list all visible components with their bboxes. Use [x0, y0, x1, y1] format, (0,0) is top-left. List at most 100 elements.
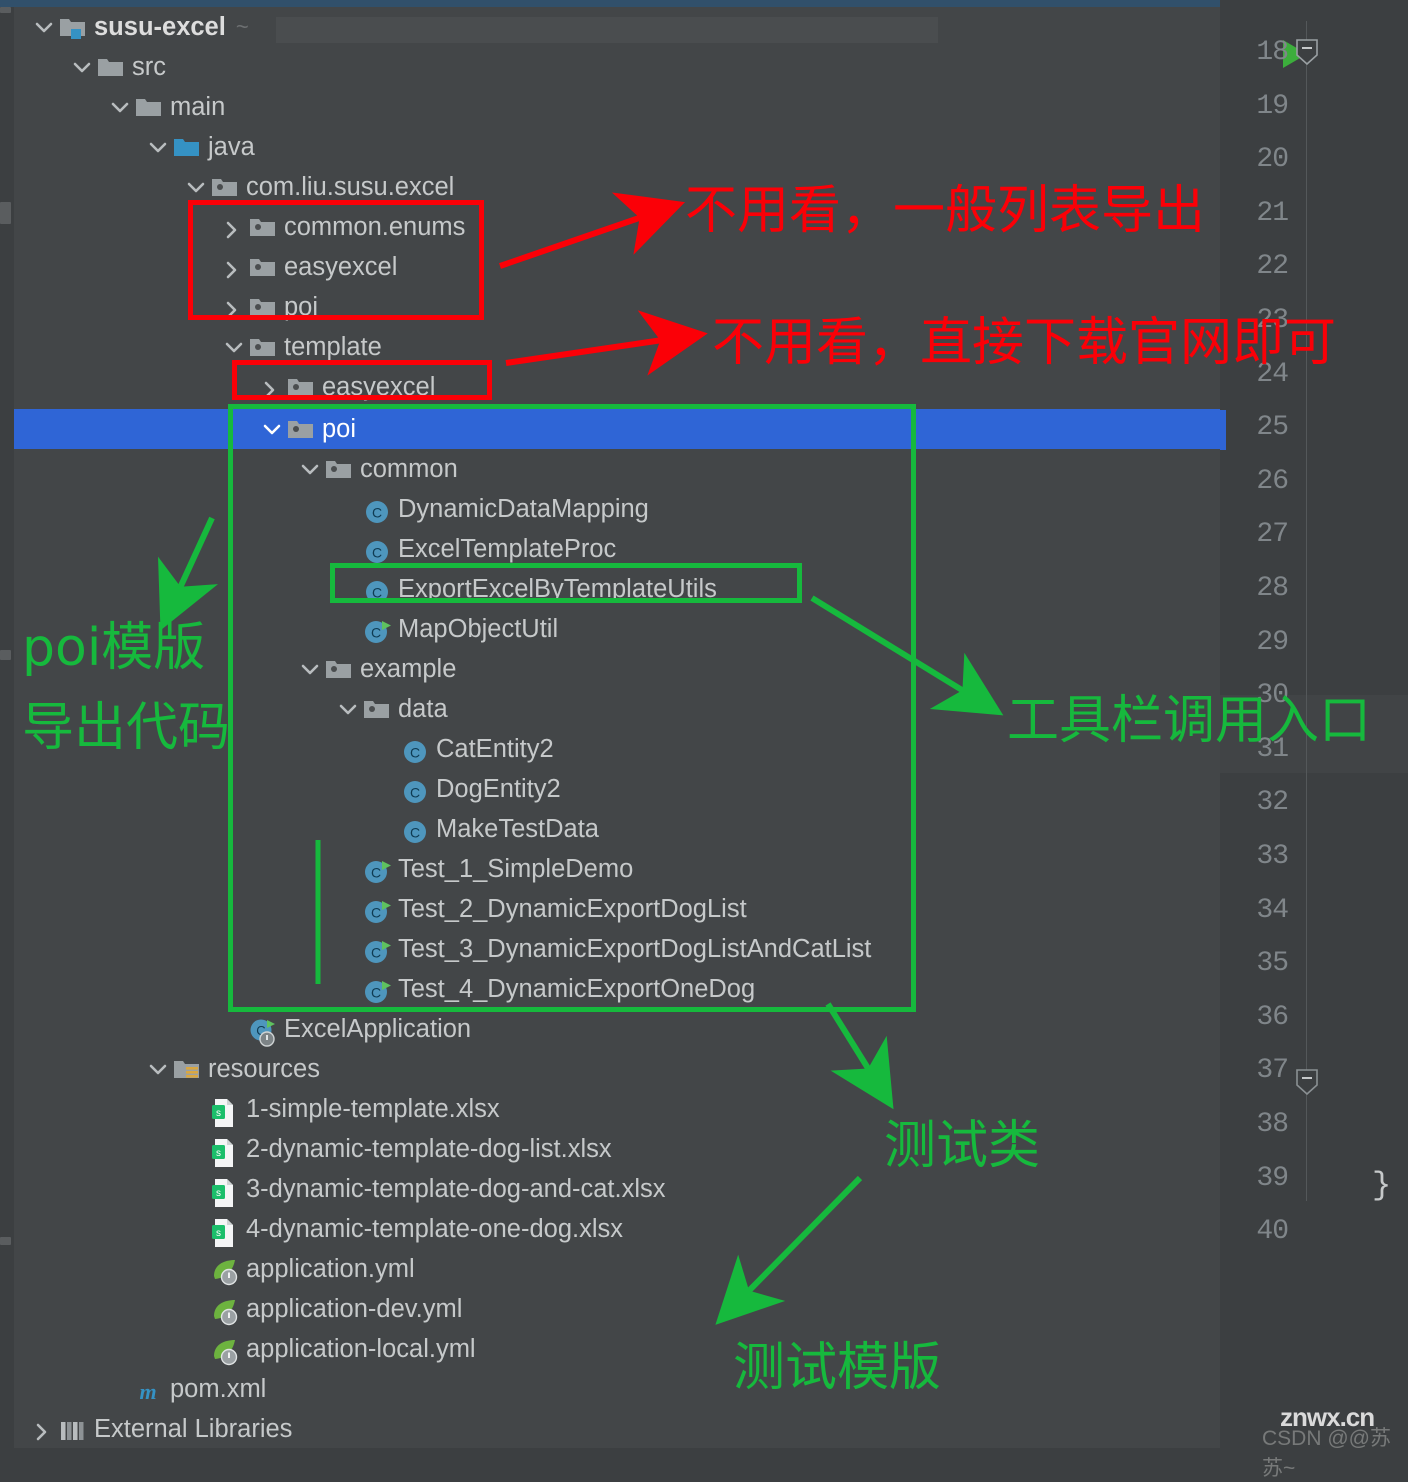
package-icon — [360, 689, 394, 729]
chevron-down-icon[interactable] — [68, 47, 94, 87]
tree-row-dogentity2[interactable]: C DogEntity2 — [14, 769, 1220, 809]
tree-row-common-enums[interactable]: common.enums — [14, 207, 1220, 247]
tree-row-label: susu-excel — [94, 12, 226, 41]
package-icon — [246, 327, 280, 367]
twisty-spacer — [334, 569, 360, 609]
tree-row-label: application-local.yml — [246, 1334, 476, 1363]
tree-row-template[interactable]: template — [14, 327, 1220, 367]
package-icon — [246, 287, 280, 327]
tree-row-catentity2[interactable]: C CatEntity2 — [14, 729, 1220, 769]
svg-text:C: C — [371, 985, 381, 1001]
chevron-right-icon[interactable] — [30, 1409, 56, 1449]
tree-row-suffix: ~ — [235, 14, 249, 39]
watermark: CSDN @@苏苏~ znwx.cn — [1262, 1400, 1408, 1480]
tree-row-poi[interactable]: poi — [14, 409, 1220, 449]
tree-row-1-simple-template-xlsx[interactable]: s 1-simple-template.xlsx — [14, 1089, 1220, 1129]
chevron-down-icon[interactable] — [144, 127, 170, 167]
tree-row-exportexcelbytemplateutils[interactable]: C ExportExcelByTemplateUtils — [14, 569, 1220, 609]
chevron-down-icon[interactable] — [296, 449, 322, 489]
tree-row-com-liu-susu-excel[interactable]: com.liu.susu.excel — [14, 167, 1220, 207]
chevron-right-icon[interactable] — [220, 207, 246, 247]
runnable-class-icon: C — [360, 969, 394, 1009]
svg-text:C: C — [410, 785, 420, 801]
tree-row-maketestdata[interactable]: C MakeTestData — [14, 809, 1220, 849]
chevron-down-icon[interactable] — [144, 1049, 170, 1089]
tree-row-common[interactable]: common — [14, 449, 1220, 489]
line-number: 22 — [1256, 251, 1289, 283]
excel-file-icon: s — [208, 1169, 242, 1209]
tree-row-susu-excel[interactable]: susu-excel ~ — [14, 7, 1220, 47]
tree-row-label: src — [132, 52, 166, 81]
spring-yml-icon — [208, 1289, 242, 1329]
line-number: 18 — [1256, 37, 1289, 68]
module-icon — [56, 7, 90, 47]
chevron-down-icon[interactable] — [296, 649, 322, 689]
twisty-spacer — [182, 1089, 208, 1129]
tree-row-label: data — [398, 694, 448, 723]
tree-row-java[interactable]: java — [14, 127, 1220, 167]
chevron-right-icon[interactable] — [258, 367, 284, 407]
twisty-spacer — [182, 1289, 208, 1329]
tree-row-src[interactable]: src — [14, 47, 1220, 87]
tree-row-application-yml[interactable]: application.yml — [14, 1249, 1220, 1289]
fold-collapse-icon[interactable] — [1296, 1069, 1318, 1096]
twisty-spacer — [372, 729, 398, 769]
tree-row-external-libraries[interactable]: External Libraries — [14, 1409, 1220, 1449]
tree-row-label: application-dev.yml — [246, 1294, 463, 1323]
tree-row-exceltemplateproc[interactable]: C ExcelTemplateProc — [14, 529, 1220, 569]
tree-row-label: resources — [208, 1054, 320, 1083]
tree-row-label: com.liu.susu.excel — [246, 172, 455, 201]
chevron-down-icon[interactable] — [30, 7, 56, 47]
tree-row-mapobjectutil[interactable]: C MapObjectUtil — [14, 609, 1220, 649]
tree-row-test-2-dynamicexportdoglist[interactable]: C Test_2_DynamicExportDogList — [14, 889, 1220, 929]
line-number: 29 — [1256, 626, 1289, 658]
runnable-class-icon: C — [360, 609, 394, 649]
tree-row-3-dynamic-template-dog-and-cat-xlsx[interactable]: s 3-dynamic-template-dog-and-cat.xlsx — [14, 1169, 1220, 1209]
tree-row-resources[interactable]: resources — [14, 1049, 1220, 1089]
tree-row-main[interactable]: main — [14, 87, 1220, 127]
tree-row-test-1-simpledemo[interactable]: C Test_1_SimpleDemo — [14, 849, 1220, 889]
fold-collapse-icon[interactable] — [1296, 39, 1318, 66]
tree-row-label: ExportExcelByTemplateUtils — [398, 574, 717, 603]
tree-row-easyexcel[interactable]: easyexcel — [14, 247, 1220, 287]
tree-row-label: Test_3_DynamicExportDogListAndCatList — [398, 934, 872, 963]
tree-row-data[interactable]: data — [14, 689, 1220, 729]
tool-window-stripe-button[interactable] — [0, 650, 11, 660]
class-icon: C — [360, 489, 394, 529]
editor-title-bar — [1220, 0, 1408, 7]
chevron-down-icon[interactable] — [182, 167, 208, 207]
chevron-down-icon[interactable] — [220, 327, 246, 367]
tree-row-excelapplication[interactable]: C ExcelApplication — [14, 1009, 1220, 1049]
svg-text:C: C — [372, 505, 382, 521]
tree-row-pom-xml[interactable]: m pom.xml — [14, 1369, 1220, 1409]
tool-window-stripe-button[interactable] — [0, 1237, 11, 1245]
tree-row-4-dynamic-template-one-dog-xlsx[interactable]: s 4-dynamic-template-one-dog.xlsx — [14, 1209, 1220, 1249]
tree-row-dynamicdatamapping[interactable]: C DynamicDataMapping — [14, 489, 1220, 529]
tree-row-label: 1-simple-template.xlsx — [246, 1094, 500, 1123]
tool-window-stripe-button[interactable] — [0, 202, 11, 224]
chevron-right-icon[interactable] — [220, 287, 246, 327]
tree-row-label: 4-dynamic-template-one-dog.xlsx — [246, 1214, 623, 1243]
tree-row-example[interactable]: example — [14, 649, 1220, 689]
chevron-down-icon[interactable] — [258, 409, 284, 449]
tree-row-application-dev-yml[interactable]: application-dev.yml — [14, 1289, 1220, 1329]
folder-icon — [94, 47, 128, 87]
tree-row-poi[interactable]: poi — [14, 287, 1220, 327]
chevron-down-icon[interactable] — [334, 689, 360, 729]
tree-row-test-3-dynamicexportdoglistandcatlist[interactable]: C Test_3_DynamicExportDogListAndCatList — [14, 929, 1220, 969]
class-icon: C — [398, 729, 432, 769]
editor-gutter[interactable]: 18 19 20 21 22 23 24 25 26 27 28 29 30 31 32 33 34 35 36 37… — [1220, 7, 1408, 1448]
tree-row-application-local-yml[interactable]: application-local.yml — [14, 1329, 1220, 1369]
tree-row-test-4-dynamicexportonedog[interactable]: C Test_4_DynamicExportOneDog — [14, 969, 1220, 1009]
chevron-right-icon[interactable] — [220, 247, 246, 287]
tool-window-stripe-button[interactable] — [0, 7, 11, 13]
tool-window-rail[interactable] — [0, 7, 14, 1448]
tree-row-2-dynamic-template-dog-list-xlsx[interactable]: s 2-dynamic-template-dog-list.xlsx — [14, 1129, 1220, 1169]
tree-row-label: DynamicDataMapping — [398, 494, 649, 523]
tree-row-label: main — [170, 92, 226, 121]
svg-text:s: s — [216, 1148, 221, 1159]
chevron-down-icon[interactable] — [106, 87, 132, 127]
project-tool-window[interactable]: susu-excel ~ src main java com.liu.susu.excel… — [14, 7, 1220, 1448]
runnable-class-icon: C — [360, 889, 394, 929]
tree-row-easyexcel[interactable]: easyexcel — [14, 367, 1220, 407]
